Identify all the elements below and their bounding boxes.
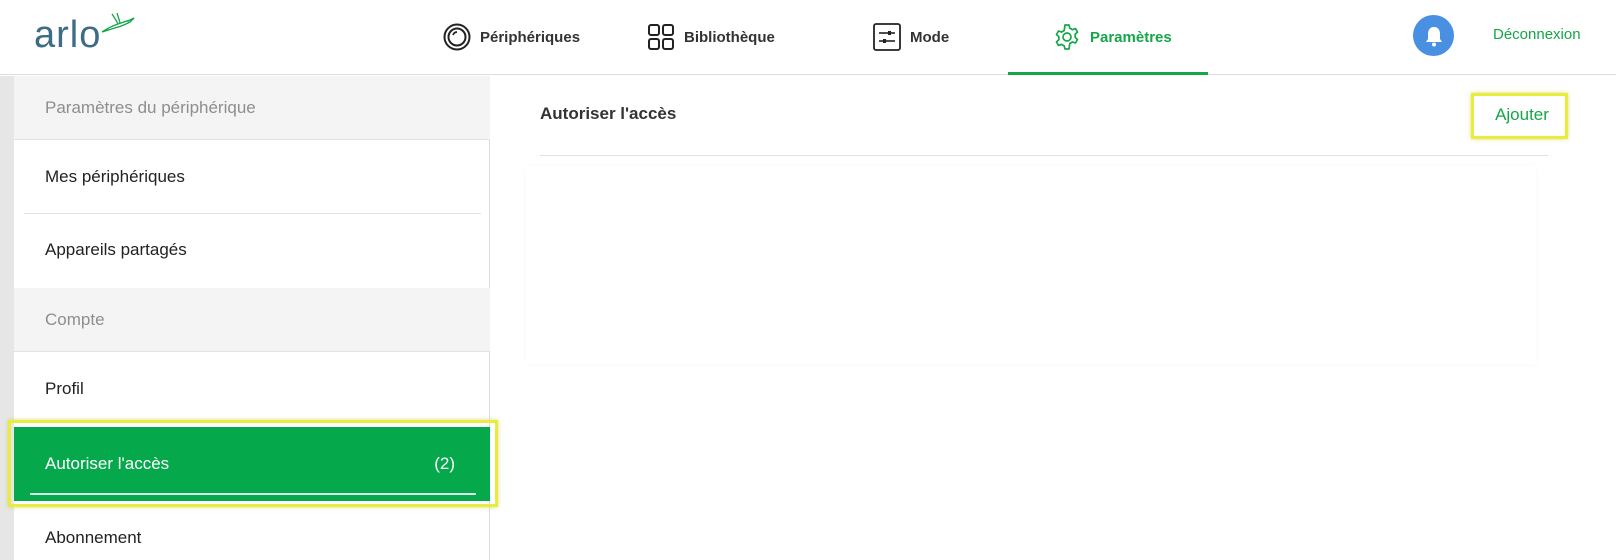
access-list-card (526, 166, 1536, 364)
sliders-icon (872, 22, 902, 52)
sidebar-item-grant-access[interactable]: Autoriser l'accès (2) (14, 427, 490, 501)
sidebar-item-my-devices[interactable]: Mes périphériques (14, 141, 490, 213)
sidebar-item-shared-devices[interactable]: Appareils partagés (14, 214, 490, 286)
add-button[interactable]: Ajouter (1474, 92, 1570, 138)
active-tab-underline (1008, 72, 1208, 75)
grant-access-count: (2) (434, 454, 455, 473)
title-divider (540, 155, 1548, 156)
page-title: Autoriser l'accès (540, 104, 677, 123)
sidebar-item-label: Autoriser l'accès (45, 454, 170, 473)
left-gutter (0, 76, 14, 560)
notifications-button[interactable] (1413, 15, 1454, 56)
nav-devices-label: Périphériques (480, 28, 581, 46)
sidebar-item-subscription[interactable]: Abonnement (14, 502, 490, 560)
grid-icon (646, 22, 676, 52)
sidebar-item-label: Mes périphériques (45, 167, 185, 186)
nav-devices[interactable]: Périphériques (442, 20, 580, 54)
sidebar-item-label: Appareils partagés (45, 240, 187, 259)
arlo-logo[interactable]: arlo (34, 12, 135, 58)
section-device-settings: Paramètres du périphérique (14, 76, 490, 140)
section-account: Compte (14, 288, 490, 352)
logout-link[interactable]: Déconnexion (1493, 26, 1581, 43)
nav-settings[interactable]: Paramètres (1052, 20, 1172, 54)
hummingbird-icon (101, 12, 135, 33)
sidebar-item-profile[interactable]: Profil (14, 353, 490, 425)
camera-lens-icon (442, 22, 472, 52)
logo-text: arlo (34, 14, 102, 56)
gear-icon (1052, 22, 1082, 52)
active-item-underline (30, 493, 476, 495)
settings-sidebar: Paramètres du périphérique Mes périphéri… (14, 76, 490, 560)
sidebar-item-label: Profil (45, 379, 84, 398)
top-header: arlo Périphériques Bibliothèque Mode Par… (0, 0, 1616, 75)
nav-mode[interactable]: Mode (872, 20, 949, 54)
nav-mode-label: Mode (910, 28, 950, 46)
nav-library[interactable]: Bibliothèque (646, 20, 775, 54)
sidebar-item-label: Abonnement (45, 528, 142, 547)
nav-library-label: Bibliothèque (684, 28, 775, 46)
nav-settings-label: Paramètres (1090, 28, 1172, 46)
bell-icon (1425, 26, 1442, 46)
